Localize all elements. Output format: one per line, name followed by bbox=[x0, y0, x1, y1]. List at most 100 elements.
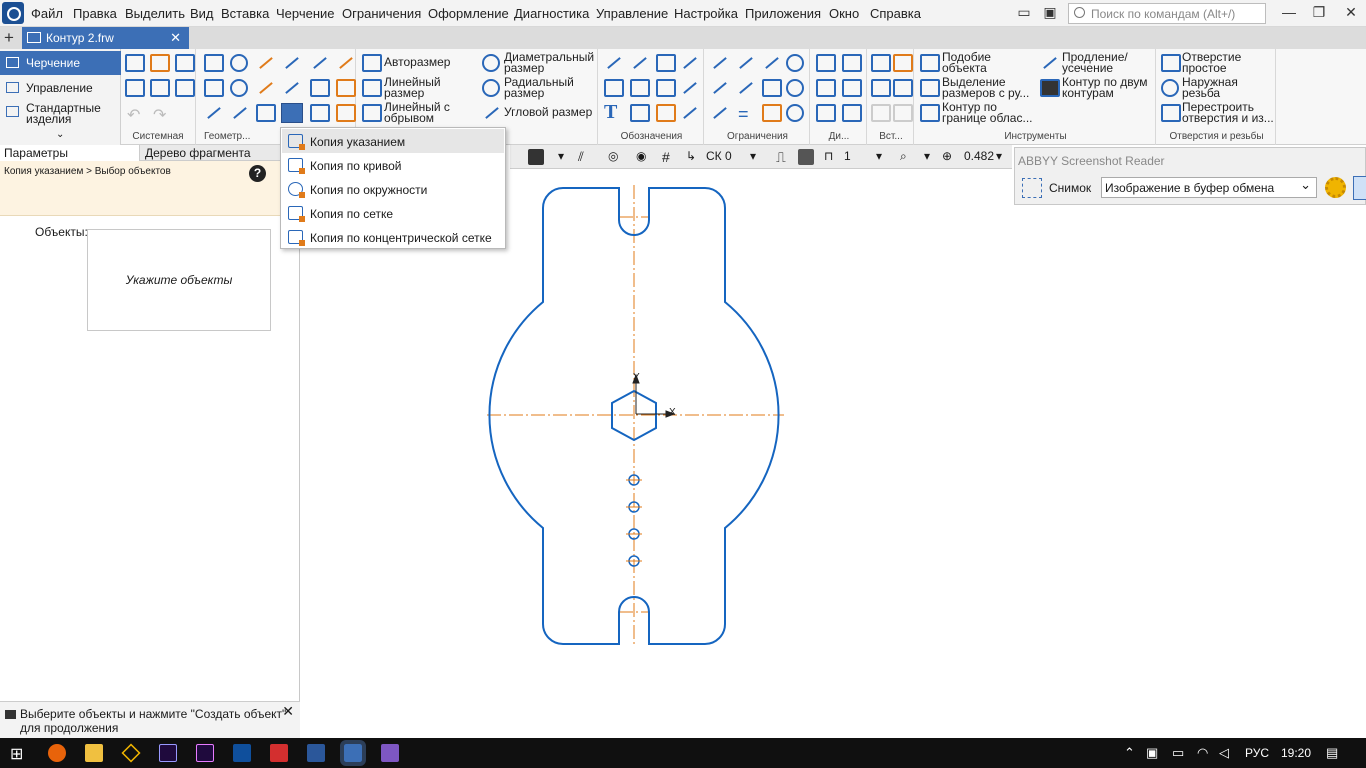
menu-item-copy-along-curve[interactable]: Копия по кривой bbox=[282, 153, 504, 177]
measure-area-icon[interactable] bbox=[842, 79, 862, 97]
objects-selection-field[interactable]: Укажите объекты bbox=[87, 229, 271, 331]
warning-app-icon[interactable] bbox=[121, 743, 141, 763]
contour-boundary-button[interactable]: Контур по границе облас... bbox=[942, 101, 1034, 124]
menu-file[interactable]: Файл bbox=[31, 6, 63, 21]
measure-length-icon[interactable] bbox=[816, 79, 836, 97]
move-icon[interactable] bbox=[256, 104, 276, 122]
arc-icon[interactable] bbox=[256, 54, 276, 72]
external-thread-button[interactable]: Наружная резьба bbox=[1182, 76, 1272, 99]
firefox-icon[interactable] bbox=[48, 744, 66, 762]
menu-settings[interactable]: Настройка bbox=[674, 6, 738, 21]
notifications-icon[interactable]: ▤ bbox=[1326, 745, 1338, 761]
mark-icon[interactable] bbox=[680, 79, 700, 97]
properties-icon[interactable] bbox=[175, 79, 195, 97]
zoom-window-icon[interactable]: ⌕ bbox=[900, 149, 907, 164]
menu-help[interactable]: Справка bbox=[870, 6, 921, 21]
menu-edit[interactable]: Правка bbox=[73, 6, 117, 21]
zoom-dropdown-icon[interactable]: ▾ bbox=[924, 149, 930, 163]
ortho-icon[interactable]: ⫽ bbox=[578, 149, 584, 165]
offset-icon[interactable] bbox=[310, 79, 330, 97]
zoom-value-dropdown-icon[interactable]: ▾ bbox=[996, 149, 1002, 163]
new-tab-icon[interactable]: + bbox=[4, 28, 14, 48]
segment-icon[interactable] bbox=[204, 104, 224, 122]
nav-manage[interactable]: Управление bbox=[0, 76, 121, 100]
word-icon[interactable] bbox=[307, 744, 325, 762]
base-icon[interactable] bbox=[680, 54, 700, 72]
save-icon[interactable] bbox=[175, 54, 195, 72]
insert-image-icon[interactable] bbox=[893, 54, 913, 72]
zoom-value[interactable]: 0.482 bbox=[964, 149, 994, 163]
insert-disabled2-icon[interactable] bbox=[893, 104, 913, 122]
downloader-icon[interactable] bbox=[270, 744, 288, 762]
circle-icon[interactable] bbox=[230, 54, 248, 72]
cs-dropdown-icon[interactable]: ▾ bbox=[750, 149, 756, 163]
language-indicator[interactable]: РУС bbox=[1245, 746, 1269, 760]
angle-constraint-icon[interactable] bbox=[762, 104, 782, 122]
visibility-icon[interactable]: ◉ bbox=[636, 149, 646, 163]
table-icon[interactable] bbox=[630, 104, 650, 122]
premiere-icon[interactable] bbox=[196, 744, 214, 762]
minimize-icon[interactable]: — bbox=[1278, 4, 1300, 20]
panels-icon[interactable]: ▣ bbox=[1039, 4, 1061, 21]
gear-icon[interactable] bbox=[1325, 177, 1346, 198]
insert-view-icon[interactable] bbox=[871, 79, 891, 97]
menu-item-copy-grid[interactable]: Копия по сетке bbox=[282, 201, 504, 225]
print-icon[interactable] bbox=[125, 79, 145, 97]
cs-value[interactable]: СК 0 bbox=[706, 149, 732, 163]
vegas-icon[interactable] bbox=[233, 744, 251, 762]
fillet-icon[interactable] bbox=[256, 79, 276, 97]
grid-icon[interactable]: # bbox=[662, 149, 670, 165]
undo-icon[interactable]: ↶ bbox=[127, 105, 140, 125]
text-aa-icon[interactable] bbox=[604, 79, 624, 97]
aux-line-icon[interactable] bbox=[282, 54, 302, 72]
parallel-constraint-icon[interactable] bbox=[736, 54, 756, 72]
screenshot-app-icon[interactable] bbox=[381, 744, 399, 762]
auto-dimension-button[interactable]: Авторазмер bbox=[384, 56, 450, 68]
extend-trim-button[interactable]: Продление/ усечение bbox=[1062, 51, 1152, 74]
zoom-icon[interactable]: ⊕ bbox=[942, 149, 952, 163]
snap-icon[interactable] bbox=[528, 149, 544, 165]
restore-icon[interactable]: ❐ bbox=[1308, 4, 1330, 21]
chamfer-icon[interactable] bbox=[336, 79, 356, 97]
simple-hole-button[interactable]: Отверстие простое bbox=[1182, 51, 1272, 74]
fix-point-icon[interactable] bbox=[710, 104, 730, 122]
wifi-icon[interactable]: ◠ bbox=[1197, 745, 1208, 761]
insert-picture-icon[interactable] bbox=[893, 79, 913, 97]
snapshot-icon[interactable] bbox=[1022, 178, 1042, 198]
menu-drawing[interactable]: Черчение bbox=[276, 6, 335, 21]
point-icon[interactable] bbox=[204, 54, 224, 72]
menu-window[interactable]: Окно bbox=[829, 6, 859, 21]
measure-angle-icon[interactable] bbox=[842, 54, 862, 72]
kompas-taskbar-icon[interactable] bbox=[340, 740, 366, 766]
tab-fragment-tree[interactable]: Дерево фрагмента bbox=[141, 145, 281, 161]
check-constraint-icon[interactable] bbox=[786, 104, 804, 122]
linear-dimension-button[interactable]: Линейный размер bbox=[384, 76, 474, 99]
tray-chevron-icon[interactable]: ⌃ bbox=[1124, 745, 1135, 761]
menu-item-copy-concentric-grid[interactable]: Копия по концентрической сетке bbox=[282, 225, 504, 249]
bisector-icon[interactable] bbox=[310, 54, 330, 72]
perpendicular-icon[interactable] bbox=[762, 54, 782, 72]
measure-distance-icon[interactable] bbox=[816, 54, 836, 72]
polyline-icon[interactable] bbox=[230, 104, 250, 122]
ellipse-icon[interactable] bbox=[230, 79, 248, 97]
step-value[interactable]: 1 bbox=[844, 149, 851, 163]
symmetry-icon[interactable] bbox=[762, 79, 782, 97]
tangent-icon[interactable] bbox=[786, 54, 804, 72]
hatch-icon[interactable] bbox=[336, 104, 356, 122]
clock[interactable]: 19:20 bbox=[1281, 746, 1311, 760]
menu-apps[interactable]: Приложения bbox=[745, 6, 821, 21]
similar-object-button[interactable]: Подобие объекта bbox=[942, 51, 1032, 74]
menu-item-copy-by-pointing[interactable]: Копия указанием bbox=[282, 129, 504, 153]
concentric-icon[interactable] bbox=[786, 79, 804, 97]
collinear-icon[interactable] bbox=[710, 79, 730, 97]
document-tab[interactable]: Контур 2.frw ✕ bbox=[22, 27, 189, 49]
nav-standard-parts[interactable]: Стандартные изделия bbox=[0, 101, 121, 125]
tab-parameters[interactable]: Параметры bbox=[0, 145, 140, 161]
coords-icon[interactable] bbox=[842, 104, 862, 122]
step-dropdown-icon[interactable]: ▾ bbox=[876, 149, 882, 163]
trim-icon[interactable] bbox=[336, 54, 356, 72]
after-effects-icon[interactable] bbox=[159, 744, 177, 762]
layout-icon[interactable]: ▭ bbox=[1013, 4, 1035, 21]
roughness-icon[interactable] bbox=[630, 54, 650, 72]
mass-icon[interactable] bbox=[816, 104, 836, 122]
